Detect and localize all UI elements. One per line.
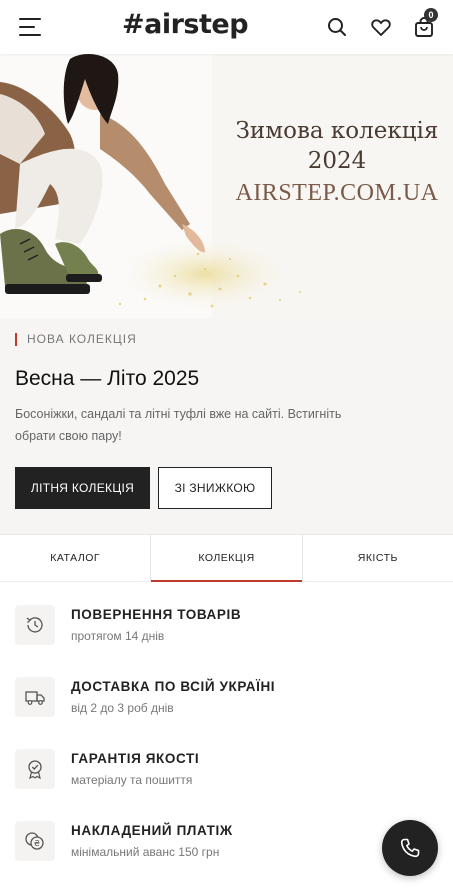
feature-subtitle: матеріалу та пошиття [71,773,193,787]
feature-title: ПОВЕРНЕННЯ ТОВАРІВ [71,607,242,622]
history-icon [15,605,55,645]
tab-catalog[interactable]: КАТАЛОГ [0,535,150,581]
feature-title: ГАРАНТІЯ ЯКОСТІ [71,751,200,766]
discount-button[interactable]: ЗІ ЗНИЖКОЮ [158,467,272,509]
summer-collection-button[interactable]: ЛІТНЯ КОЛЕКЦІЯ [15,467,150,509]
menu-icon[interactable] [19,18,43,36]
truck-icon [15,677,55,717]
feature-title: НАКЛАДЕНИЙ ПЛАТІЖ [71,823,233,838]
banner-title-line1: Зимова колекція [235,118,439,144]
tab-quality[interactable]: ЯКІСТЬ [301,535,453,581]
feature-quality: ГАРАНТІЯ ЯКОСТІ матеріалу та пошиття [15,743,435,803]
phone-icon [400,838,420,858]
feature-subtitle: протягом 14 днів [71,629,165,643]
promo-title: Весна — Літо 2025 [15,367,200,390]
banner-title-line2: 2024 [307,148,367,174]
call-button[interactable] [382,820,438,876]
promo-kicker: НОВА КОЛЕКЦІЯ [15,332,137,346]
hero-banner[interactable]: Зимова колекція 2024 AIRSTEP.COM.UA [0,54,453,318]
feature-subtitle: від 2 до 3 роб днів [71,701,174,715]
coins-icon: ₴ [15,821,55,861]
site-header: #airstep 0 [0,0,453,54]
feature-cod: ₴ НАКЛАДЕНИЙ ПЛАТІЖ мінімальний аванс 15… [15,815,435,875]
promo-text: Босоніжки, сандалі та літні туфлі вже на… [15,407,342,443]
banner-url: AIRSTEP.COM.UA [235,180,439,206]
site-logo[interactable]: #airstep [122,9,249,40]
svg-text:₴: ₴ [34,839,40,848]
cart-count-badge: 0 [424,8,438,22]
feature-subtitle: мінімальний аванс 150 грн [71,845,220,859]
feature-returns: ПОВЕРНЕННЯ ТОВАРІВ протягом 14 днів [15,599,435,659]
search-icon[interactable] [325,15,349,39]
feature-title: ДОСТАВКА ПО ВСІЙ УКРАЇНІ [71,679,276,694]
heart-icon[interactable] [369,15,393,39]
promo-section: НОВА КОЛЕКЦІЯ Весна — Літо 2025 Босоніжк… [0,318,453,534]
feature-delivery: ДОСТАВКА ПО ВСІЙ УКРАЇНІ від 2 до 3 роб … [15,671,435,731]
quality-badge-icon [15,749,55,789]
tab-collection[interactable]: КОЛЕКЦІЯ [150,535,302,582]
banner-title: Зимова колекція 2024 [232,116,442,176]
info-tabs: КАТАЛОГ КОЛЕКЦІЯ ЯКІСТЬ [0,534,453,582]
